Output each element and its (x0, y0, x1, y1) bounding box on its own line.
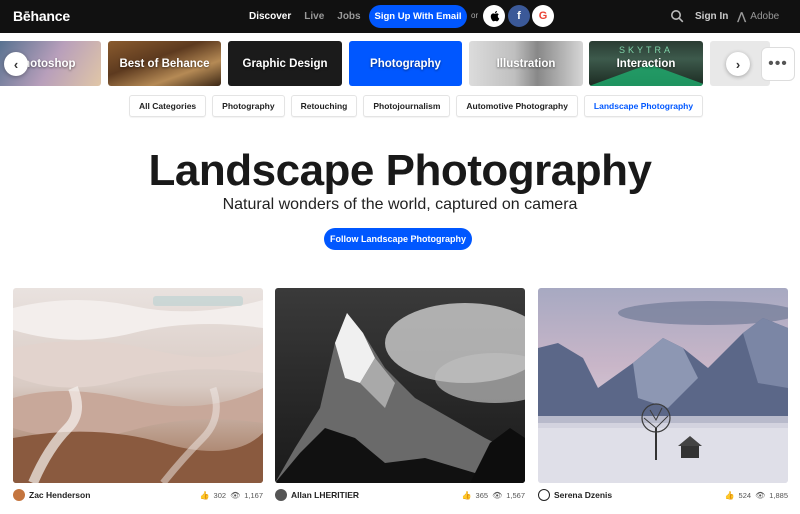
category-label: Graphic Design (242, 57, 328, 70)
project-meta: Serena Dzenis 👍 524 👁 1,885 (538, 488, 788, 502)
owner-name[interactable]: Allan LHERITIER (291, 490, 462, 500)
view-count: 1,567 (506, 490, 525, 500)
filter-photography[interactable]: Photography (212, 95, 285, 117)
filter-landscape-photography[interactable]: Landscape Photography (583, 95, 704, 117)
signup-email-button[interactable]: Sign Up With Email (369, 5, 467, 28)
nav-discover[interactable]: Discover (249, 11, 291, 22)
category-label: Interaction (616, 57, 676, 70)
view-count: 1,167 (244, 490, 263, 500)
eye-icon: 👁 (755, 490, 766, 500)
search-icon[interactable] (670, 9, 684, 23)
project-stats: 👍 524 👁 1,885 (725, 491, 788, 500)
filter-retouching[interactable]: Retouching (290, 95, 358, 117)
project-meta: Allan LHERITIER 👍 365 👁 1,567 (275, 488, 525, 502)
category-carousel: Photoshop Best of Behance Graphic Design… (0, 41, 800, 86)
avatar[interactable] (13, 489, 25, 501)
adobe-icon: ⋀ (737, 11, 747, 23)
behance-logo[interactable]: Bēhance (13, 8, 70, 24)
more-categories-button[interactable]: ••• (761, 47, 795, 81)
thumbs-up-icon: 👍 (724, 490, 735, 500)
chevron-right-icon: › (735, 56, 741, 72)
owner-name[interactable]: Zac Henderson (29, 490, 200, 500)
appreciation-count: 365 (475, 490, 489, 500)
category-label: Illustration (496, 57, 556, 70)
nav-live[interactable]: Live (304, 11, 324, 22)
filter-all-categories[interactable]: All Categories (129, 95, 207, 117)
category-tile-graphic-design[interactable]: Graphic Design (228, 41, 342, 86)
project-cover-thermal-terraces[interactable] (13, 288, 263, 483)
facebook-icon: f (517, 10, 521, 22)
category-label: Photography (370, 57, 441, 70)
carousel-prev-button[interactable]: ‹ (4, 52, 28, 76)
thumbs-up-icon: 👍 (461, 490, 472, 500)
avatar[interactable] (275, 489, 287, 501)
page-title: Landscape Photography (148, 146, 652, 195)
more-icon: ••• (768, 55, 788, 72)
follow-button[interactable]: Follow Landscape Photography (324, 228, 472, 250)
project-meta: Zac Henderson 👍 302 👁 1,167 (13, 488, 263, 502)
category-tile-best-of-behance[interactable]: Best of Behance (108, 41, 221, 86)
filter-chips: All Categories Photography Retouching Ph… (129, 95, 704, 117)
appreciation-count: 524 (738, 490, 752, 500)
view-count: 1,885 (769, 490, 788, 500)
eye-icon: 👁 (492, 490, 503, 500)
category-tile-illustration[interactable]: Illustration (469, 41, 583, 86)
category-label: Best of Behance (119, 57, 210, 70)
google-icon: G (538, 10, 548, 22)
project-stats: 👍 365 👁 1,567 (462, 491, 525, 500)
owner-name[interactable]: Serena Dzenis (554, 490, 725, 500)
filter-automotive-photography[interactable]: Automotive Photography (456, 95, 578, 117)
carousel-next-button[interactable]: › (726, 52, 750, 76)
adobe-label: Adobe (750, 11, 780, 22)
facebook-signin-button[interactable]: f (508, 5, 530, 27)
project-stats: 👍 302 👁 1,167 (200, 491, 263, 500)
project-cover-misty-valley[interactable] (538, 288, 788, 483)
project-cover-bw-mountain[interactable] (275, 288, 525, 483)
appreciation-count: 302 (213, 490, 227, 500)
apple-signin-button[interactable] (483, 5, 505, 27)
nav-links: Discover Live Jobs (249, 0, 361, 33)
adobe-link[interactable]: ⋀ Adobe (737, 10, 779, 23)
page-subtitle: Natural wonders of the world, captured o… (222, 196, 578, 213)
apple-icon (490, 10, 499, 22)
google-signin-button[interactable]: G (532, 5, 554, 27)
thumbs-up-icon: 👍 (199, 490, 210, 500)
eye-icon: 👁 (230, 490, 241, 500)
avatar[interactable] (538, 489, 550, 501)
signin-link[interactable]: Sign In (695, 11, 728, 22)
filter-photojournalism[interactable]: Photojournalism (363, 95, 451, 117)
chevron-left-icon: ‹ (13, 56, 19, 72)
skytra-brand-text: SKYTRA (618, 45, 673, 55)
category-tile-photography[interactable]: Photography (349, 41, 462, 86)
or-label: or (471, 11, 479, 20)
nav-jobs[interactable]: Jobs (337, 11, 360, 22)
top-nav: Bēhance Discover Live Jobs Sign Up With … (0, 0, 800, 33)
category-tile-interaction[interactable]: SKYTRA Interaction (589, 41, 703, 86)
